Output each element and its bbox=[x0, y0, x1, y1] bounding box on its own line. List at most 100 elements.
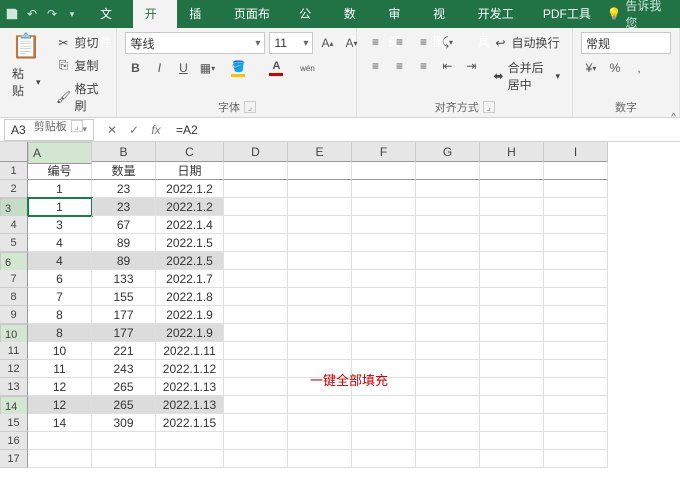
cell[interactable] bbox=[288, 180, 352, 198]
save-icon[interactable] bbox=[4, 6, 20, 22]
cell[interactable] bbox=[288, 216, 352, 234]
cell[interactable]: 89 bbox=[92, 234, 156, 252]
cell[interactable] bbox=[544, 216, 608, 234]
cell[interactable] bbox=[416, 342, 480, 360]
cell[interactable]: 7 bbox=[28, 288, 92, 306]
align-left-button[interactable]: ≡ bbox=[365, 56, 385, 76]
cell[interactable] bbox=[480, 270, 544, 288]
cell[interactable] bbox=[416, 360, 480, 378]
cell[interactable] bbox=[28, 450, 92, 468]
align-top-button[interactable]: ≡ bbox=[365, 32, 385, 52]
cell[interactable] bbox=[224, 288, 288, 306]
cell[interactable] bbox=[480, 324, 544, 342]
align-right-button[interactable]: ≡ bbox=[413, 56, 433, 76]
cell[interactable] bbox=[416, 288, 480, 306]
cell[interactable] bbox=[416, 324, 480, 342]
cell[interactable] bbox=[480, 378, 544, 396]
cut-button[interactable]: ✂剪切 bbox=[53, 32, 109, 53]
cell[interactable] bbox=[92, 432, 156, 450]
font-launcher[interactable]: ⌟ bbox=[244, 101, 256, 113]
merge-center-button[interactable]: ⬌合并后居中▾ bbox=[489, 57, 564, 95]
italic-button[interactable]: I bbox=[149, 58, 169, 78]
qat-dropdown-icon[interactable]: ▾ bbox=[64, 6, 80, 22]
cell[interactable] bbox=[544, 234, 608, 252]
cell[interactable]: 89 bbox=[92, 252, 156, 270]
row-header[interactable]: 2 bbox=[0, 180, 28, 198]
cell[interactable] bbox=[288, 252, 352, 270]
cell[interactable] bbox=[352, 306, 416, 324]
tell-me[interactable]: 💡 告诉我您 bbox=[606, 0, 676, 31]
cell[interactable] bbox=[544, 288, 608, 306]
cell[interactable]: 177 bbox=[92, 324, 156, 342]
wrap-text-button[interactable]: ↩自动换行 bbox=[489, 32, 564, 53]
cell[interactable] bbox=[480, 414, 544, 432]
cell[interactable] bbox=[480, 288, 544, 306]
align-center-button[interactable]: ≡ bbox=[389, 56, 409, 76]
cell[interactable] bbox=[224, 432, 288, 450]
cell[interactable]: 14 bbox=[28, 414, 92, 432]
cell[interactable] bbox=[224, 324, 288, 342]
cell[interactable] bbox=[352, 162, 416, 180]
row-header[interactable]: 9 bbox=[0, 306, 28, 324]
cell[interactable] bbox=[156, 432, 224, 450]
cell[interactable] bbox=[288, 198, 352, 216]
cell[interactable]: 1 bbox=[28, 180, 92, 198]
cell[interactable] bbox=[416, 414, 480, 432]
cell[interactable] bbox=[224, 378, 288, 396]
cell[interactable] bbox=[416, 378, 480, 396]
formula-input[interactable]: =A2 bbox=[170, 123, 680, 137]
cell[interactable] bbox=[416, 396, 480, 414]
row-header[interactable]: 17 bbox=[0, 450, 28, 468]
cell[interactable] bbox=[416, 432, 480, 450]
tab-开始[interactable]: 开始 bbox=[133, 0, 178, 28]
cell[interactable]: 4 bbox=[28, 252, 92, 270]
row-header[interactable]: 7 bbox=[0, 270, 28, 288]
cell[interactable] bbox=[416, 306, 480, 324]
cell[interactable]: 2022.1.11 bbox=[156, 342, 224, 360]
col-header-D[interactable]: D bbox=[224, 142, 288, 162]
cell[interactable] bbox=[224, 270, 288, 288]
cell[interactable] bbox=[544, 360, 608, 378]
col-header-C[interactable]: C bbox=[156, 142, 224, 162]
row-header[interactable]: 8 bbox=[0, 288, 28, 306]
cell[interactable] bbox=[480, 198, 544, 216]
cell[interactable] bbox=[480, 342, 544, 360]
cell[interactable] bbox=[480, 450, 544, 468]
cell[interactable] bbox=[288, 234, 352, 252]
tab-文件[interactable]: 文件 bbox=[88, 0, 133, 28]
collapse-ribbon-icon[interactable]: ^ bbox=[671, 112, 676, 123]
cell[interactable] bbox=[156, 450, 224, 468]
cell[interactable] bbox=[352, 450, 416, 468]
font-size-select[interactable]: 11▾ bbox=[269, 32, 313, 54]
cell[interactable] bbox=[224, 414, 288, 432]
cell[interactable]: 2022.1.8 bbox=[156, 288, 224, 306]
cell[interactable] bbox=[544, 180, 608, 198]
cell[interactable] bbox=[224, 306, 288, 324]
grow-font-button[interactable]: A▴ bbox=[317, 33, 337, 53]
cell[interactable]: 4 bbox=[28, 234, 92, 252]
cell[interactable] bbox=[352, 288, 416, 306]
border-button[interactable]: ▦▾ bbox=[197, 58, 217, 78]
cell[interactable]: 12 bbox=[28, 396, 92, 414]
cell[interactable] bbox=[288, 162, 352, 180]
cell[interactable] bbox=[352, 342, 416, 360]
row-header[interactable]: 1 bbox=[0, 162, 28, 180]
cell[interactable]: 265 bbox=[92, 396, 156, 414]
cell[interactable] bbox=[480, 432, 544, 450]
cell[interactable] bbox=[352, 234, 416, 252]
cell[interactable] bbox=[352, 432, 416, 450]
align-launcher[interactable]: ⌟ bbox=[483, 101, 495, 113]
cell[interactable]: 6 bbox=[28, 270, 92, 288]
fx-button[interactable]: fx bbox=[146, 120, 166, 140]
cell[interactable]: 11 bbox=[28, 360, 92, 378]
cell[interactable]: 1 bbox=[28, 198, 92, 216]
tab-审阅[interactable]: 审阅 bbox=[376, 0, 421, 28]
cell[interactable] bbox=[544, 396, 608, 414]
font-name-select[interactable]: 等线▾ bbox=[125, 32, 265, 54]
bold-button[interactable]: B bbox=[125, 58, 145, 78]
accounting-button[interactable]: ¥▾ bbox=[581, 58, 601, 78]
cell[interactable]: 10 bbox=[28, 342, 92, 360]
number-format-select[interactable]: 常规 bbox=[581, 32, 671, 54]
tab-页面布局[interactable]: 页面布局 bbox=[222, 0, 287, 28]
cell[interactable]: 8 bbox=[28, 306, 92, 324]
